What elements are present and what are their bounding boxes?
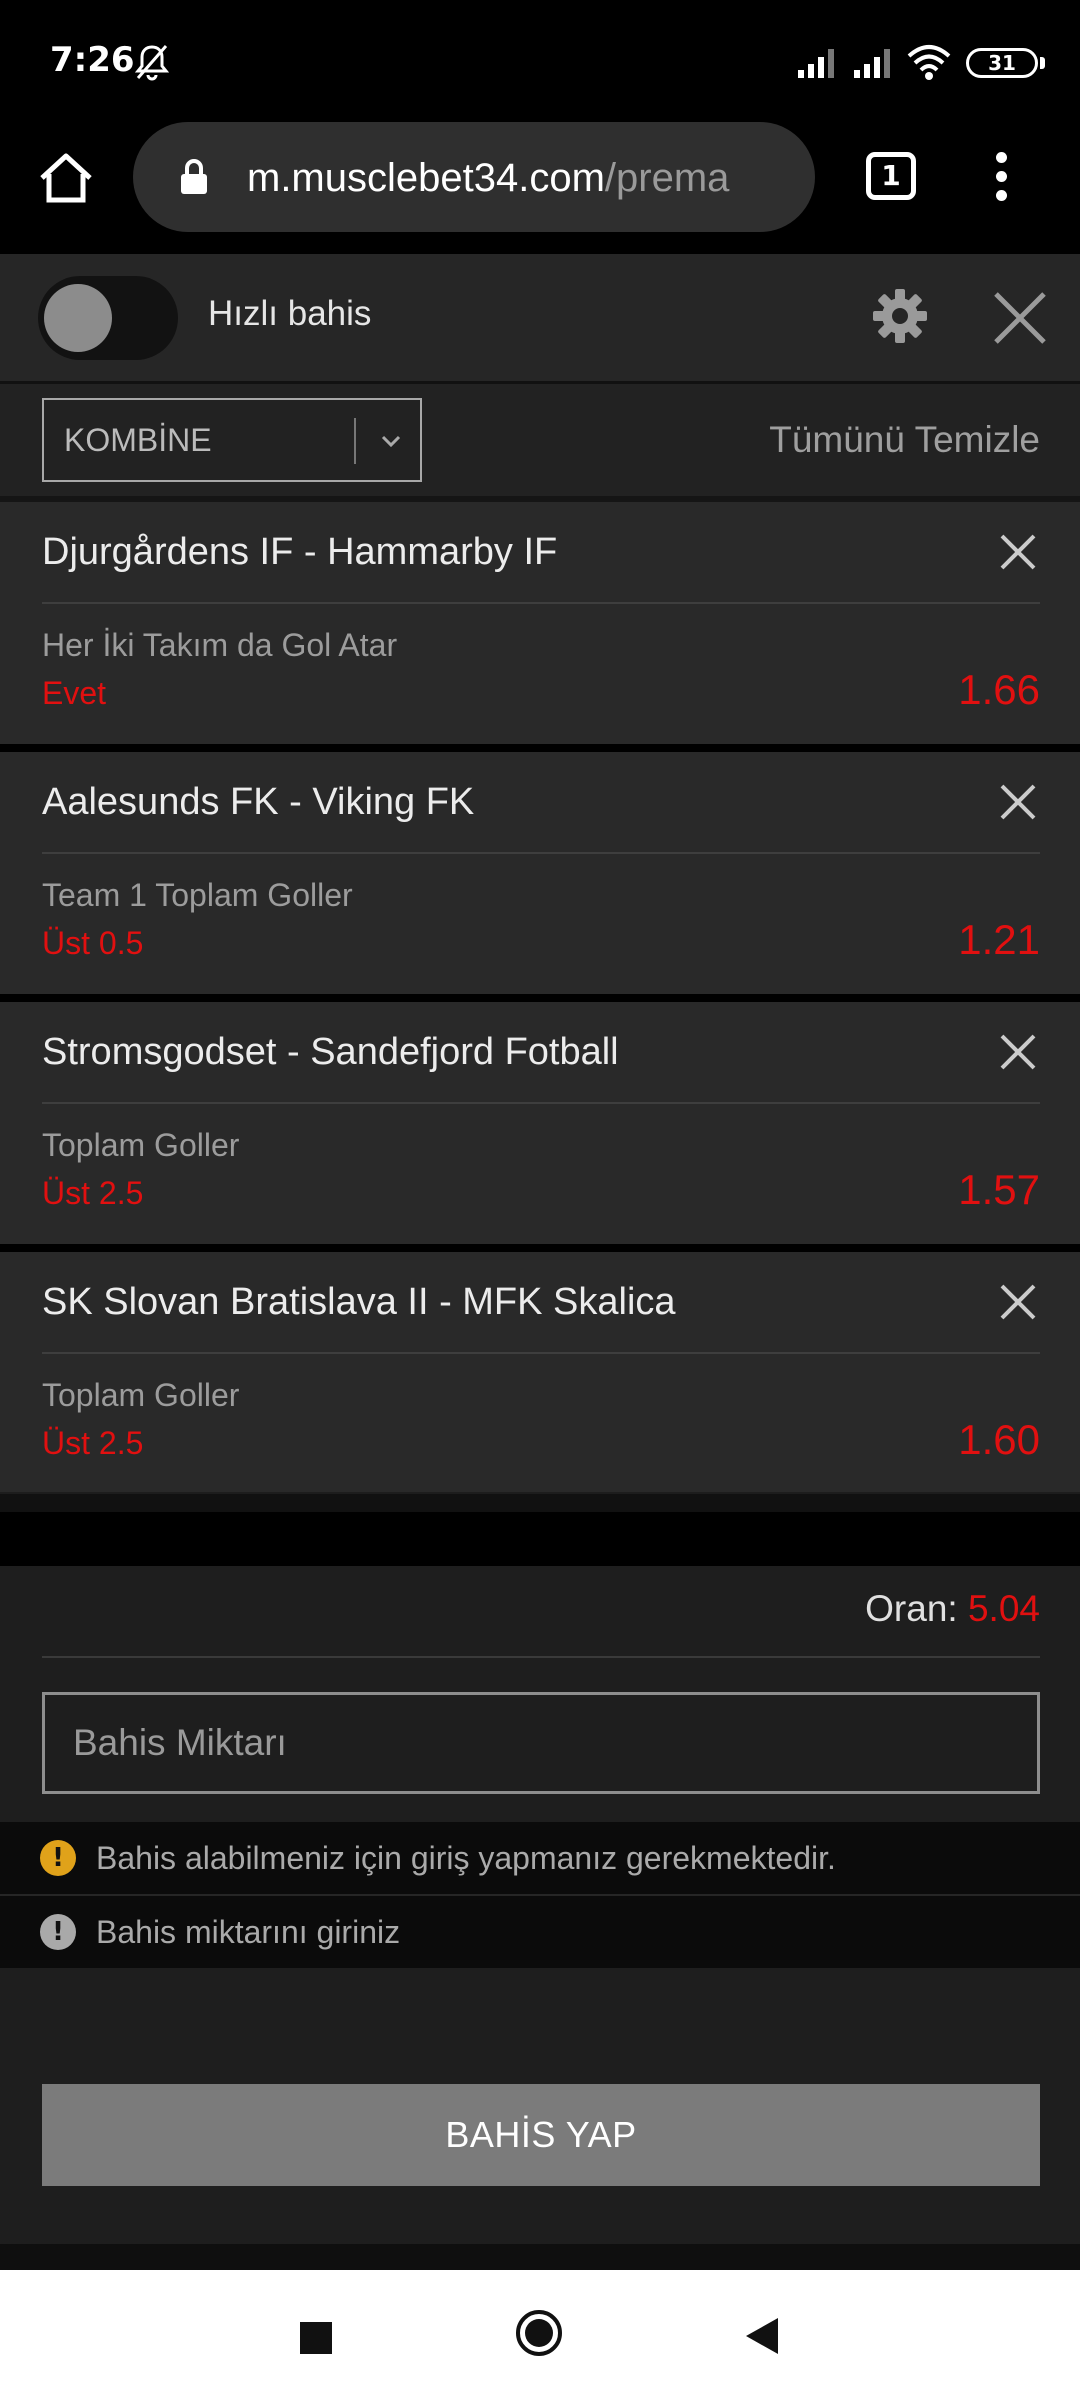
remove-bet-icon[interactable]	[996, 780, 1040, 824]
url-text[interactable]: m.musclebet34.com/prema	[247, 152, 807, 204]
remove-bet-icon[interactable]	[996, 1280, 1040, 1324]
clear-all-button[interactable]: Tümünü Temizle	[769, 384, 1040, 496]
selection-name: Evet	[42, 675, 107, 711]
amount-warning: ! Bahis miktarını giriniz	[0, 1896, 1080, 1968]
login-warning-text: Bahis alabilmeniz için giriş yapmanız ge…	[96, 1840, 836, 1876]
address-bar[interactable]: m.musclebet34.com/prema	[133, 122, 815, 232]
status-bar: 7:26 31	[0, 0, 1080, 120]
betslip-header: Hızlı bahis	[0, 254, 1080, 384]
select-divider	[354, 418, 356, 464]
info-alert-icon: !	[40, 1914, 76, 1950]
bet-list: Djurgårdens IF - Hammarby IF Her İki Tak…	[0, 502, 1080, 1502]
bell-muted-icon	[134, 45, 170, 81]
battery-tip	[1040, 57, 1045, 69]
remove-bet-icon[interactable]	[996, 1030, 1040, 1074]
amount-warning-text: Bahis miktarını giriniz	[96, 1914, 401, 1950]
market-name: Toplam Goller	[42, 1377, 240, 1413]
total-odds: Oran: 5.04	[865, 1588, 1040, 1630]
battery-icon: 31	[966, 48, 1038, 78]
match-name: Stromsgodset - Sandefjord Fotball	[42, 1031, 619, 1073]
cellular-signal-icon	[798, 49, 834, 78]
match-name: Djurgårdens IF - Hammarby IF	[42, 531, 558, 573]
bet-type-value: KOMBİNE	[64, 422, 212, 458]
battery-level: 31	[988, 51, 1016, 75]
bottom-strip	[0, 2244, 1080, 2270]
browser-toolbar: m.musclebet34.com/prema 1	[0, 120, 1080, 254]
system-nav-bar	[0, 2270, 1080, 2400]
total-odds-label: Oran:	[865, 1588, 958, 1629]
quick-bet-toggle[interactable]	[38, 276, 178, 360]
market-name: Team 1 Toplam Goller	[42, 877, 353, 913]
match-name: Aalesunds FK - Viking FK	[42, 781, 475, 823]
home-icon[interactable]	[36, 148, 96, 208]
market-name: Her İki Takım da Gol Atar	[42, 627, 398, 663]
bet-type-row: KOMBİNE Tümünü Temizle	[0, 384, 1080, 502]
bet-card: Djurgårdens IF - Hammarby IF Her İki Tak…	[0, 502, 1080, 744]
selection-name: Üst 0.5	[42, 925, 144, 961]
divider	[42, 1102, 1040, 1104]
divider	[42, 852, 1040, 854]
selection-name: Üst 2.5	[42, 1425, 144, 1461]
bet-card: SK Slovan Bratislava II - MFK Skalica To…	[0, 1252, 1080, 1494]
odd-value: 1.57	[958, 1166, 1040, 1213]
wifi-icon	[907, 45, 951, 80]
odd-value: 1.60	[958, 1416, 1040, 1463]
gear-icon[interactable]	[870, 286, 930, 346]
place-bet-button[interactable]: BAHİS YAP	[42, 2084, 1040, 2186]
bet-card: Stromsgodset - Sandefjord Fotball Toplam…	[0, 1002, 1080, 1244]
toggle-knob	[44, 284, 112, 352]
url-path: /prema	[604, 156, 730, 200]
warning-icon: !	[40, 1840, 76, 1876]
recents-icon[interactable]	[300, 2322, 332, 2354]
betslip-summary: Oran: 5.04 ! Bahis alabilmeniz için giri…	[0, 1566, 1080, 2244]
back-icon[interactable]	[744, 2316, 780, 2356]
home-circle-icon[interactable]	[514, 2308, 564, 2358]
url-domain: m.musclebet34.com	[247, 156, 605, 200]
match-name: SK Slovan Bratislava II - MFK Skalica	[42, 1281, 676, 1323]
bet-type-select[interactable]: KOMBİNE	[42, 398, 422, 482]
quick-bet-label: Hızlı bahis	[208, 294, 372, 333]
bet-card: Aalesunds FK - Viking FK Team 1 Toplam G…	[0, 752, 1080, 994]
remove-bet-icon[interactable]	[996, 530, 1040, 574]
divider	[42, 1352, 1040, 1354]
divider	[42, 602, 1040, 604]
close-icon[interactable]	[990, 288, 1050, 348]
section-divider	[0, 1492, 1080, 1512]
total-odds-row: Oran: 5.04	[42, 1566, 1040, 1658]
odd-value: 1.66	[958, 666, 1040, 713]
selection-name: Üst 2.5	[42, 1175, 144, 1211]
odd-value: 1.21	[958, 916, 1040, 963]
status-time: 7:26	[50, 40, 135, 80]
chevron-down-icon	[381, 435, 401, 448]
bet-amount-input[interactable]	[42, 1692, 1040, 1794]
tab-switcher-icon[interactable]: 1	[866, 152, 916, 200]
total-odds-value: 5.04	[967, 1588, 1040, 1629]
cellular-signal-icon	[854, 49, 890, 78]
market-name: Toplam Goller	[42, 1127, 240, 1163]
login-warning: ! Bahis alabilmeniz için giriş yapmanız …	[0, 1822, 1080, 1896]
lock-icon	[181, 159, 207, 194]
more-menu-icon[interactable]	[996, 152, 1008, 202]
